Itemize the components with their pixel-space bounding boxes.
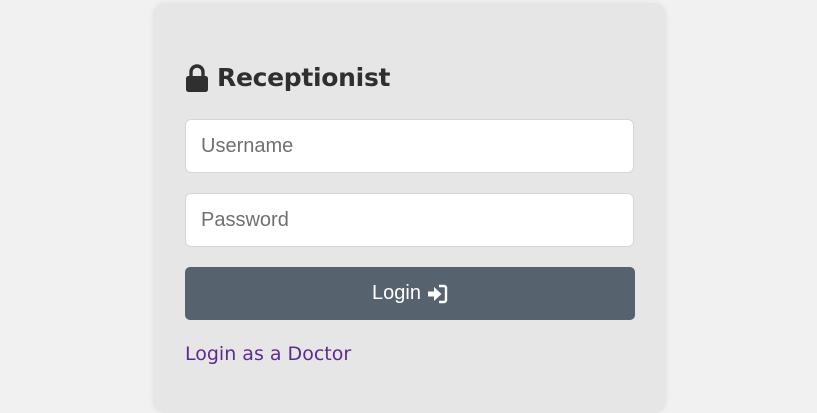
login-button[interactable]: Login [185, 267, 635, 320]
login-as-doctor-link[interactable]: Login as a Doctor [185, 342, 351, 366]
username-input[interactable] [185, 119, 634, 173]
sign-in-icon [427, 284, 448, 304]
page-title: Receptionist [217, 63, 391, 92]
login-card: Receptionist Login Login as a Doctor [153, 3, 666, 413]
login-header: Receptionist [185, 61, 390, 95]
login-button-label: Login [372, 282, 421, 304]
lock-icon [185, 63, 209, 93]
password-input[interactable] [185, 193, 634, 247]
